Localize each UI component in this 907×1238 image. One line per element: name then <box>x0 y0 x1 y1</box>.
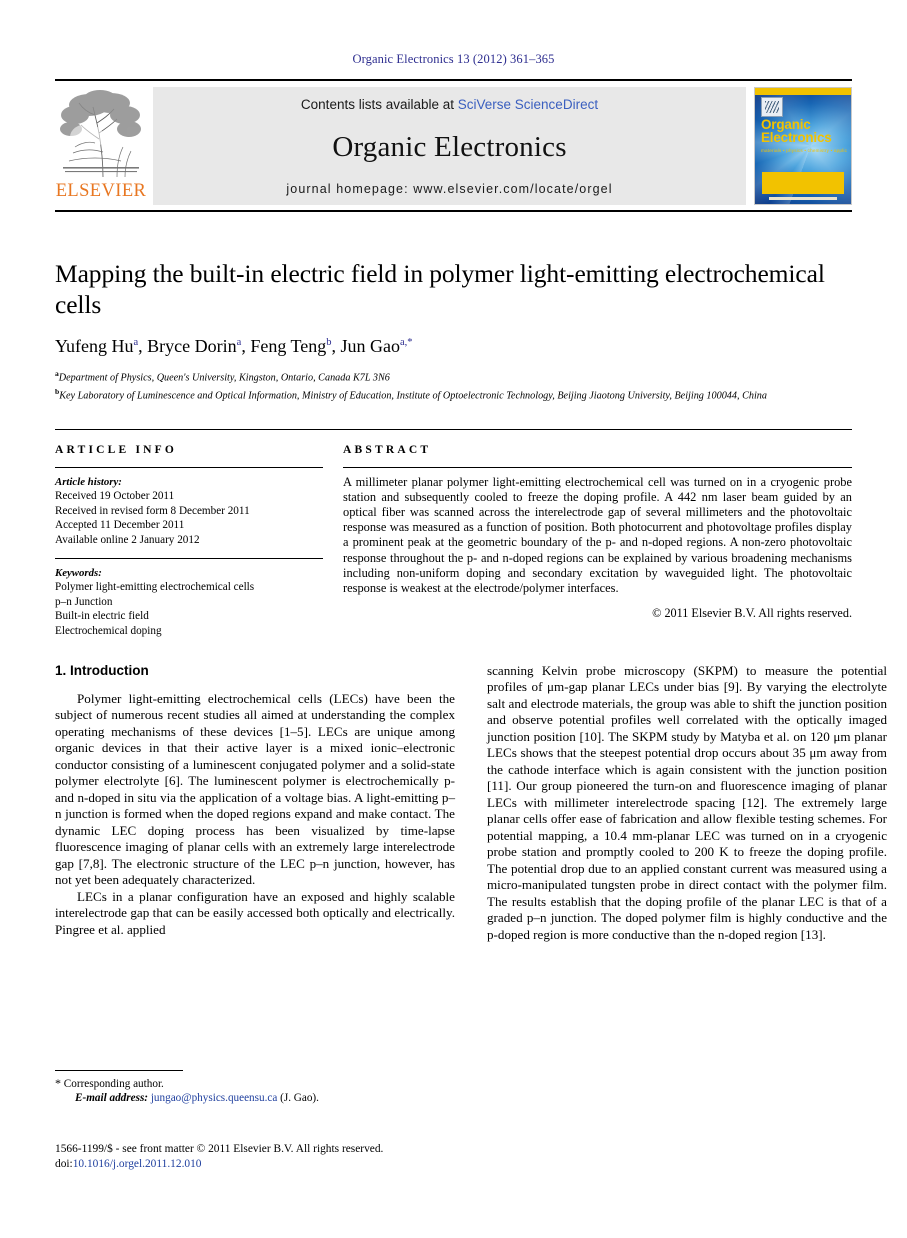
author-separator: , <box>241 336 251 356</box>
article-title: Mapping the built-in electric field in p… <box>55 259 825 319</box>
imprint-line: 1566-1199/$ - see front matter © 2011 El… <box>55 1143 384 1155</box>
cover-elsevier-mark-icon <box>761 97 783 117</box>
elsevier-tree-icon <box>60 90 141 178</box>
affiliation-item: aDepartment of Physics, Queen's Universi… <box>55 367 852 385</box>
cover-subtitle: materials • physics • chemistry • applic… <box>761 148 847 153</box>
doi-link[interactable]: 10.1016/j.orgel.2011.12.010 <box>73 1158 202 1170</box>
info-abstract-block: ARTICLE INFO Article history: Received 1… <box>55 428 852 639</box>
body-column-left: 1. Introduction Polymer light-emitting e… <box>55 663 455 944</box>
journal-cover-thumbnail[interactable]: Organic Electronics materials • physics •… <box>754 87 852 205</box>
keyword-item: Polymer light-emitting electrochemical c… <box>55 581 255 594</box>
body-columns: 1. Introduction Polymer light-emitting e… <box>55 663 887 944</box>
sciencedirect-link[interactable]: SciVerse ScienceDirect <box>458 97 598 112</box>
keywords-label: Keywords: <box>55 566 102 579</box>
footnote-divider <box>55 1070 183 1071</box>
article-history-label: Article history: <box>55 475 122 488</box>
email-label: E-mail address: <box>75 1092 149 1105</box>
keyword-item: Electrochemical doping <box>55 624 162 637</box>
footnote-block: * Corresponding author. E-mail address: … <box>55 1070 455 1106</box>
article-history-list: Received 19 October 2011 Received in rev… <box>55 489 323 547</box>
email-note: E-mail address: jungao@physics.queensu.c… <box>55 1091 455 1105</box>
author-entry: Jun Gaoa,* <box>340 336 412 356</box>
cover-title-line2: Electronics <box>761 130 832 145</box>
keyword-item: Built-in electric field <box>55 610 149 623</box>
abstract-column: ABSTRACT A millimeter planar polymer lig… <box>343 444 852 639</box>
author-name: Bryce Dorin <box>147 336 237 356</box>
article-info-heading: ARTICLE INFO <box>55 443 178 456</box>
affiliation-text: Department of Physics, Queen's Universit… <box>58 372 390 384</box>
running-head: Organic Electronics 13 (2012) 361–365 <box>352 52 555 66</box>
cover-title: Organic Electronics <box>761 118 847 145</box>
article-info-column: ARTICLE INFO Article history: Received 1… <box>55 444 323 639</box>
journal-homepage[interactable]: journal homepage: www.elsevier.com/locat… <box>286 182 612 196</box>
divider <box>55 557 323 559</box>
history-item: Accepted 11 December 2011 <box>55 519 185 532</box>
journal-masthead: ELSEVIER Contents lists available at Sci… <box>55 79 852 212</box>
journal-band: Contents lists available at SciVerse Sci… <box>153 87 746 205</box>
corresponding-author-note: * Corresponding author. <box>55 1076 455 1091</box>
affiliation-list: aDepartment of Physics, Queen's Universi… <box>55 367 852 403</box>
affiliation-text: Key Laboratory of Luminescence and Optic… <box>59 390 767 402</box>
contents-prefix: Contents lists available at <box>300 97 458 112</box>
cover-bottom-line <box>769 197 837 200</box>
divider <box>343 466 852 468</box>
keywords-list: Polymer light-emitting electrochemical c… <box>55 580 323 638</box>
elsevier-logo: ELSEVIER <box>55 87 147 205</box>
email-link[interactable]: jungao@physics.queensu.ca <box>151 1092 278 1104</box>
section-title-introduction: 1. Introduction <box>55 662 149 678</box>
corresponding-author-mark: * <box>55 1076 61 1090</box>
journal-title: Organic Electronics <box>332 130 567 163</box>
author-entry: Feng Tengb, <box>250 336 340 356</box>
author-name: Jun Gao <box>340 336 400 356</box>
history-item: Received 19 October 2011 <box>55 490 175 503</box>
history-item: Received in revised form 8 December 2011 <box>55 504 250 517</box>
document-page: Organic Electronics 13 (2012) 361–365 EL… <box>0 0 907 1238</box>
cover-bottom-bar <box>762 172 844 194</box>
doi-line: doi:10.1016/j.orgel.2011.12.010 <box>55 1157 485 1172</box>
author-list: Yufeng Hua, Bryce Dorina, Feng Tengb, Ju… <box>55 336 852 357</box>
paragraph: Polymer light-emitting electrochemical c… <box>55 690 455 888</box>
corresponding-author-text: Corresponding author. <box>63 1078 164 1090</box>
elsevier-wordmark: ELSEVIER <box>55 181 147 201</box>
doi-label: doi: <box>55 1157 73 1170</box>
paragraph: LECs in a planar configuration have an e… <box>55 888 455 937</box>
contents-available-line: Contents lists available at SciVerse Sci… <box>301 97 598 112</box>
author-separator: , <box>138 336 148 356</box>
abstract-copyright: © 2011 Elsevier B.V. All rights reserved… <box>652 606 852 621</box>
author-name: Yufeng Hu <box>55 336 134 356</box>
body-column-right: scanning Kelvin probe microscopy (SKPM) … <box>487 663 887 944</box>
history-item: Available online 2 January 2012 <box>55 533 200 546</box>
imprint-block: 1566-1199/$ - see front matter © 2011 El… <box>55 1142 485 1171</box>
email-suffix: (J. Gao). <box>280 1092 319 1105</box>
keyword-item: p–n Junction <box>55 595 113 608</box>
divider <box>55 466 323 468</box>
abstract-text: A millimeter planar polymer light-emitti… <box>343 474 852 596</box>
paragraph: scanning Kelvin probe microscopy (SKPM) … <box>487 662 887 942</box>
author-entry: Yufeng Hua, <box>55 336 147 356</box>
author-entry: Bryce Dorina, <box>147 336 250 356</box>
author-affiliation-mark: a,* <box>399 337 413 348</box>
affiliation-item: bKey Laboratory of Luminescence and Opti… <box>55 385 852 403</box>
abstract-heading: ABSTRACT <box>343 443 432 456</box>
cover-top-bar <box>755 88 851 95</box>
author-name: Feng Teng <box>250 336 327 356</box>
